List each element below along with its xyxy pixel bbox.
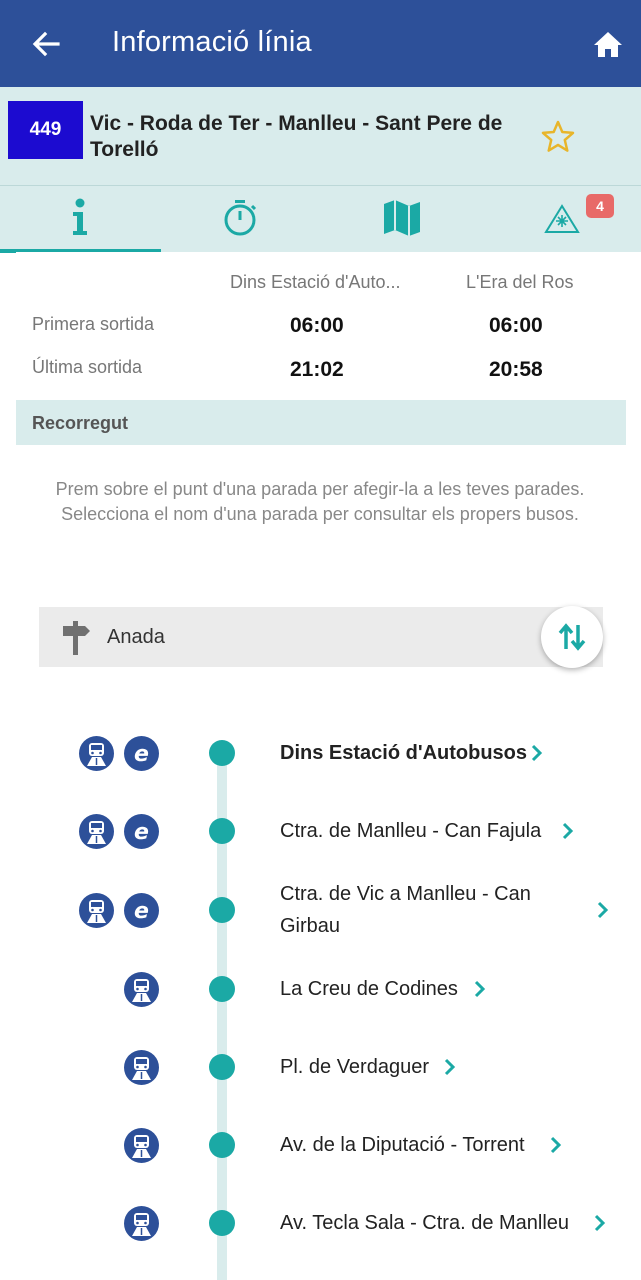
stop-name[interactable]: Ctra. de Vic a Manlleu - Can Girbau xyxy=(280,878,580,942)
tab-bar: 4 xyxy=(0,185,641,253)
stop-dot[interactable] xyxy=(209,1210,235,1236)
chevron-right-icon[interactable] xyxy=(561,821,575,841)
time-value: 20:58 xyxy=(489,358,543,381)
alert-icon xyxy=(544,204,580,233)
stop-dot[interactable] xyxy=(209,818,235,844)
row-label: Última sortida xyxy=(32,357,143,377)
bus-stop-icon xyxy=(79,814,114,849)
svg-text:e: e xyxy=(134,899,149,924)
line-name: Vic - Roda de Ter - Manlleu - Sant Pere … xyxy=(90,112,503,161)
stopwatch-icon xyxy=(224,200,257,236)
chevron-right-icon[interactable] xyxy=(530,743,544,763)
chevron-right-icon[interactable] xyxy=(443,1057,457,1077)
stop-name[interactable]: Pl. de Verdaguer xyxy=(280,1051,580,1083)
bus-stop-icon xyxy=(124,972,159,1007)
column-header: Dins Estació d'Auto... xyxy=(230,272,401,292)
stop-name[interactable]: La Creu de Codines xyxy=(280,973,580,1005)
e-icon: e xyxy=(124,893,159,928)
stop-dot[interactable] xyxy=(209,897,235,923)
line-number-badge: 449 xyxy=(8,101,83,159)
column-header: L'Era del Ros xyxy=(466,272,574,292)
stop-name[interactable]: Av. de la Diputació - Torrent xyxy=(280,1129,580,1161)
svg-text:e: e xyxy=(134,742,149,767)
swap-direction-button[interactable] xyxy=(541,606,603,668)
stop-dot[interactable] xyxy=(209,1054,235,1080)
alerts-count-badge: 4 xyxy=(586,194,614,218)
page-title: Informació línia xyxy=(112,26,312,58)
route-hint: Prem sobre el punt d'una parada per afeg… xyxy=(55,479,585,524)
row-label: Primera sortida xyxy=(32,314,155,334)
chevron-right-icon[interactable] xyxy=(593,1213,607,1233)
line-header: 449 Vic - Roda de Ter - Manlleu - Sant P… xyxy=(0,87,641,185)
time-value: 06:00 xyxy=(290,314,344,337)
bus-stop-icon xyxy=(124,1206,159,1241)
chevron-right-icon[interactable] xyxy=(549,1135,563,1155)
tab-alerts[interactable] xyxy=(480,186,640,252)
bus-stop-icon xyxy=(79,736,114,771)
e-icon: e xyxy=(124,814,159,849)
stop-name[interactable]: Av. Tecla Sala - Ctra. de Manlleu xyxy=(280,1207,610,1239)
section-title: Recorregut xyxy=(32,413,129,433)
tab-info[interactable] xyxy=(0,186,161,253)
stop-name[interactable]: Ctra. de Manlleu - Can Fajula xyxy=(280,815,580,847)
stop-dot[interactable] xyxy=(209,740,235,766)
swap-vertical-icon xyxy=(558,623,586,651)
bus-stop-icon xyxy=(79,893,114,928)
chevron-right-icon[interactable] xyxy=(473,979,487,999)
arrow-left-icon[interactable] xyxy=(30,28,62,60)
app-bar: Informació línia xyxy=(0,0,641,87)
bus-stop-icon xyxy=(124,1050,159,1085)
direction-bar: Anada xyxy=(39,607,603,667)
stop-dot[interactable] xyxy=(209,1132,235,1158)
signpost-icon xyxy=(63,621,90,655)
star-outline-icon[interactable] xyxy=(540,119,576,155)
info-icon xyxy=(73,198,87,235)
home-icon[interactable] xyxy=(592,29,624,61)
time-value: 21:02 xyxy=(290,358,344,381)
time-value: 06:00 xyxy=(489,314,543,337)
map-icon xyxy=(384,200,420,236)
tab-map[interactable] xyxy=(320,186,480,252)
schedule-table: Dins Estació d'Auto... L'Era del Ros Pri… xyxy=(16,252,626,400)
e-icon: e xyxy=(124,736,159,771)
direction-label: Anada xyxy=(107,626,165,648)
bus-stop-icon xyxy=(124,1128,159,1163)
section-header: Recorregut xyxy=(16,400,626,445)
chevron-right-icon[interactable] xyxy=(596,900,610,920)
stop-dot[interactable] xyxy=(209,976,235,1002)
tab-timetable[interactable] xyxy=(160,186,320,252)
svg-text:e: e xyxy=(134,820,149,845)
